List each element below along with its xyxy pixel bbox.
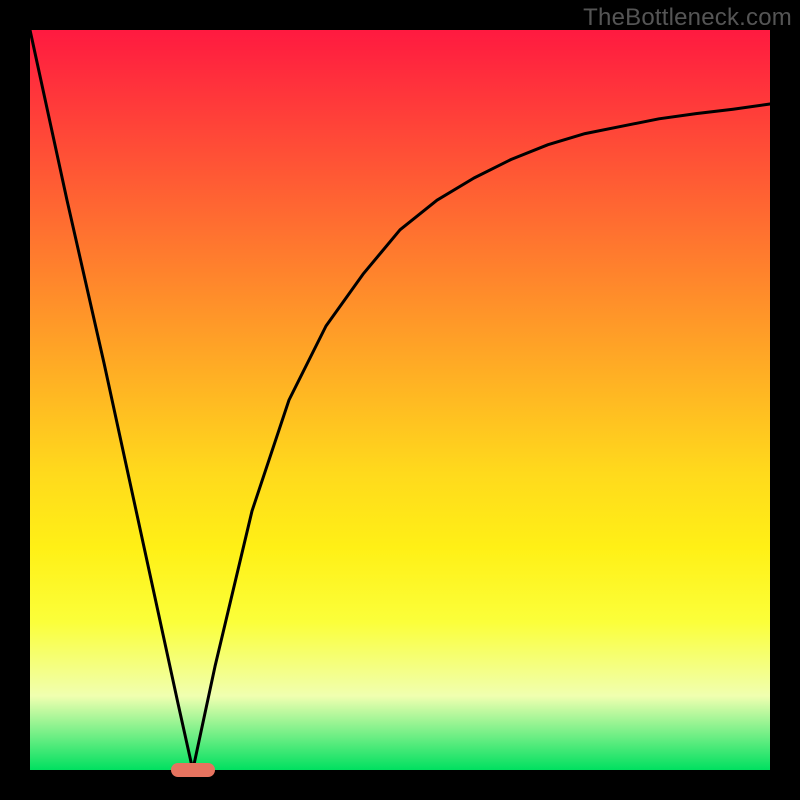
- chart-frame: TheBottleneck.com: [0, 0, 800, 800]
- curve-svg: [30, 30, 770, 770]
- watermark-text: TheBottleneck.com: [583, 4, 792, 32]
- bottleneck-curve: [30, 30, 770, 770]
- optimal-marker: [171, 763, 215, 777]
- plot-area: [30, 30, 770, 770]
